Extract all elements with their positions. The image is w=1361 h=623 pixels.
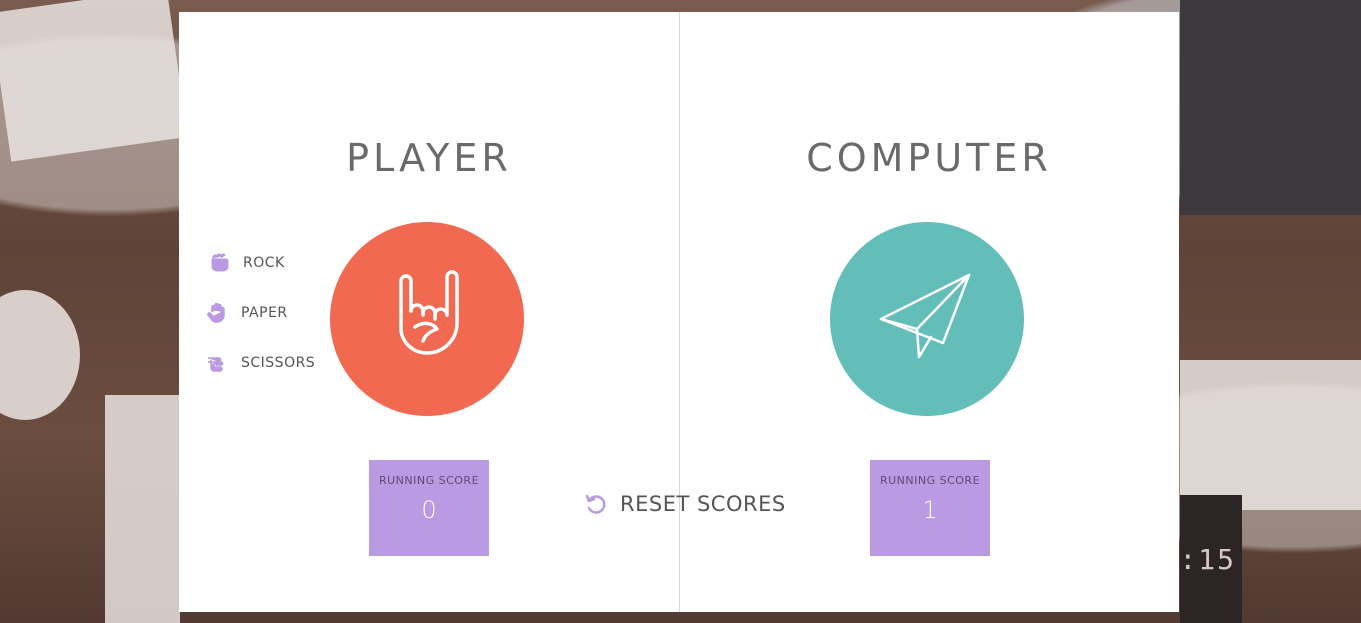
center-divider — [679, 12, 680, 612]
choice-list: ROCK PAPER SCISSORS — [207, 252, 315, 402]
scissors-hand-icon — [207, 353, 229, 373]
paper-plane-icon — [877, 267, 977, 371]
background-report — [1180, 360, 1361, 510]
background-notebook — [105, 395, 180, 623]
background-newspaper — [0, 0, 188, 162]
rock-choice-button[interactable]: ROCK — [207, 252, 315, 274]
player-choice-circle — [330, 222, 524, 416]
background-mug — [0, 290, 80, 420]
computer-score-box: RUNNING SCORE 1 — [870, 460, 990, 556]
open-hand-icon — [207, 302, 229, 323]
rock-choice-label: ROCK — [243, 255, 285, 271]
background-laptop — [1180, 0, 1361, 215]
paper-choice-button[interactable]: PAPER — [207, 302, 315, 324]
player-score-label: RUNNING SCORE — [378, 474, 480, 487]
paper-choice-label: PAPER — [241, 305, 288, 321]
computer-choice-circle — [830, 222, 1024, 416]
undo-icon — [584, 493, 606, 515]
player-score-value: 0 — [421, 496, 437, 524]
reset-scores-label: RESET SCORES — [620, 492, 786, 516]
rock-on-hand-icon — [387, 267, 467, 371]
computer-score-value: 1 — [922, 496, 938, 524]
player-score-box: RUNNING SCORE 0 — [369, 460, 489, 556]
fist-icon — [209, 253, 231, 273]
background-clock: 8:15 — [1161, 495, 1242, 623]
scissors-choice-button[interactable]: SCISSORS — [207, 352, 315, 374]
computer-heading: COMPUTER — [806, 136, 1052, 180]
player-heading: PLAYER — [346, 136, 512, 180]
reset-scores-button[interactable]: RESET SCORES — [584, 492, 786, 516]
scissors-choice-label: SCISSORS — [241, 355, 316, 371]
game-card: PLAYER COMPUTER ROCK PAPER SCISSORS RUNN… — [179, 12, 1179, 612]
computer-score-label: RUNNING SCORE — [879, 474, 981, 487]
